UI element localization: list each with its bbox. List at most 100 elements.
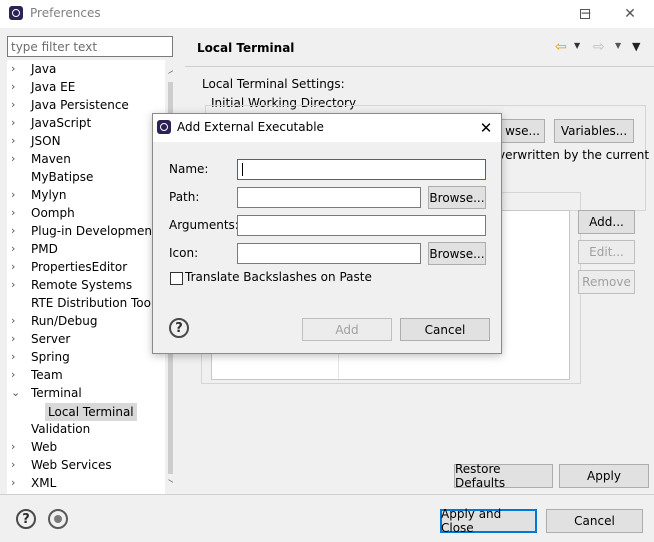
- tree-item[interactable]: › Java Persistence: [7, 97, 157, 115]
- tree-item[interactable]: › PropertiesEditor: [7, 259, 157, 277]
- tree-item[interactable]: › Remote Systems: [7, 277, 157, 295]
- collapsed-chevron-icon[interactable]: ›: [11, 278, 15, 291]
- tree-item[interactable]: Validation: [7, 421, 157, 439]
- tree-item[interactable]: RTE Distribution Tool: [7, 295, 157, 313]
- eclipse-app-icon: [9, 6, 23, 20]
- translate-backslashes-label[interactable]: Translate Backslashes on Paste: [185, 270, 372, 284]
- footer-divider: [0, 494, 654, 495]
- collapsed-chevron-icon[interactable]: ›: [11, 80, 15, 93]
- close-window-button[interactable]: ✕: [615, 3, 645, 25]
- icon-browse-button[interactable]: Browse...: [428, 242, 486, 265]
- add-button[interactable]: Add: [302, 318, 392, 341]
- collapsed-chevron-icon[interactable]: ›: [11, 206, 15, 219]
- overwritten-text: verwritten by the current: [498, 148, 650, 162]
- collapsed-chevron-icon[interactable]: ›: [11, 62, 15, 75]
- tree-item[interactable]: › Server: [7, 331, 157, 349]
- restore-defaults-button[interactable]: Restore Defaults: [454, 462, 553, 490]
- tree-item[interactable]: › XML: [7, 475, 157, 493]
- tree-item-label: Team: [31, 368, 63, 382]
- translate-backslashes-checkbox[interactable]: [170, 272, 183, 285]
- path-browse-button[interactable]: Browse...: [428, 186, 486, 209]
- close-icon: ✕: [479, 119, 493, 137]
- tree-item[interactable]: › Web: [7, 439, 157, 457]
- tree-item[interactable]: › Spring: [7, 349, 157, 367]
- filter-input[interactable]: [8, 37, 172, 56]
- tree-item[interactable]: › Java EE: [7, 79, 157, 97]
- collapsed-chevron-icon[interactable]: ›: [11, 350, 15, 363]
- collapsed-chevron-icon[interactable]: ›: [11, 368, 15, 381]
- tree-item-label: Plug-in Development: [31, 224, 157, 238]
- tree-item[interactable]: › Mylyn: [7, 187, 157, 205]
- tree-item-label: JSON: [31, 134, 61, 148]
- filter-input-box[interactable]: [7, 36, 173, 57]
- scroll-up-icon[interactable]: ︿: [165, 62, 173, 77]
- collapsed-chevron-icon[interactable]: ›: [11, 458, 15, 471]
- collapsed-chevron-icon[interactable]: ›: [11, 98, 15, 111]
- expanded-chevron-icon[interactable]: ⌄: [11, 386, 20, 399]
- help-icon[interactable]: ?: [16, 509, 36, 529]
- name-input[interactable]: [237, 159, 486, 180]
- tree-item[interactable]: › Java: [7, 61, 157, 79]
- tree-item[interactable]: › Team: [7, 367, 157, 385]
- collapsed-chevron-icon[interactable]: ›: [11, 242, 15, 255]
- tree-item-label: Oomph: [31, 206, 75, 220]
- apply-and-close-button[interactable]: Apply and Close: [440, 507, 537, 535]
- collapsed-chevron-icon[interactable]: ›: [11, 152, 15, 165]
- path-input[interactable]: [237, 187, 421, 208]
- back-arrow-icon[interactable]: ⇦: [555, 39, 567, 55]
- tree-item-label: XML: [31, 476, 57, 490]
- dialog-title-bar: Add External Executable ✕: [153, 114, 501, 142]
- tree-item[interactable]: › Maven: [7, 151, 157, 169]
- tree-item-label: MyBatipse: [31, 170, 94, 184]
- tree-item[interactable]: › Plug-in Development: [7, 223, 157, 241]
- record-dot: [54, 515, 62, 523]
- cancel-button[interactable]: Cancel: [546, 509, 643, 533]
- maximize-button[interactable]: [575, 6, 595, 22]
- dialog-cancel-button[interactable]: Cancel: [400, 318, 490, 341]
- back-menu-chevron-icon[interactable]: ▼: [574, 41, 580, 50]
- add-executable-button[interactable]: Add...: [578, 210, 635, 234]
- collapsed-chevron-icon[interactable]: ›: [11, 440, 15, 453]
- tree-item[interactable]: Local Terminal: [7, 403, 157, 421]
- remove-executable-button[interactable]: Remove: [578, 270, 635, 294]
- dialog-close-button[interactable]: ✕: [473, 118, 499, 138]
- tree-item-label: Local Terminal: [45, 403, 137, 421]
- arguments-label: Arguments:: [169, 218, 239, 232]
- collapsed-chevron-icon[interactable]: ›: [11, 314, 15, 327]
- tree-item[interactable]: › PMD: [7, 241, 157, 259]
- maximize-icon: [580, 9, 590, 19]
- preferences-tree[interactable]: › Java › Java EE › Java Persistence › JavaScrip…: [7, 60, 173, 494]
- tree-item[interactable]: ⌄ Terminal: [7, 385, 157, 403]
- collapsed-chevron-icon[interactable]: ›: [11, 224, 15, 237]
- window-title: Preferences: [30, 6, 101, 20]
- edit-executable-button[interactable]: Edit...: [578, 240, 635, 264]
- tree-item-label: Java Persistence: [31, 98, 129, 112]
- help-icon[interactable]: ?: [169, 318, 189, 338]
- page-header: Local Terminal ⇦ ▼ ⇨ ▼ ▼: [184, 33, 654, 63]
- collapsed-chevron-icon[interactable]: ›: [11, 260, 15, 273]
- icon-input[interactable]: [237, 243, 421, 264]
- arguments-input[interactable]: [237, 215, 486, 236]
- collapsed-chevron-icon[interactable]: ›: [11, 188, 15, 201]
- dialog-title: Add External Executable: [177, 120, 324, 134]
- collapsed-chevron-icon[interactable]: ›: [11, 134, 15, 147]
- record-icon[interactable]: [48, 509, 68, 529]
- collapsed-chevron-icon[interactable]: ›: [11, 476, 15, 489]
- view-menu-icon[interactable]: ▼: [632, 40, 640, 53]
- tree-item[interactable]: MyBatipse: [7, 169, 157, 187]
- forward-menu-chevron-icon[interactable]: ▼: [615, 41, 621, 50]
- tree-item[interactable]: › Run/Debug: [7, 313, 157, 331]
- settings-label: Local Terminal Settings:: [202, 77, 345, 91]
- scroll-down-icon[interactable]: ﹀: [165, 476, 173, 491]
- collapsed-chevron-icon[interactable]: ›: [11, 332, 15, 345]
- eclipse-dialog-icon: [157, 120, 171, 134]
- tree-item[interactable]: › JSON: [7, 133, 157, 151]
- tree-item[interactable]: › Web Services: [7, 457, 157, 475]
- tree-item-label: JavaScript: [31, 116, 92, 130]
- tree-item[interactable]: › JavaScript: [7, 115, 157, 133]
- apply-button[interactable]: Apply: [559, 464, 649, 488]
- variables-button[interactable]: Variables...: [554, 119, 634, 143]
- tree-item[interactable]: › Oomph: [7, 205, 157, 223]
- add-external-executable-dialog: Add External Executable ✕ Name: Path: Br…: [152, 113, 502, 354]
- collapsed-chevron-icon[interactable]: ›: [11, 116, 15, 129]
